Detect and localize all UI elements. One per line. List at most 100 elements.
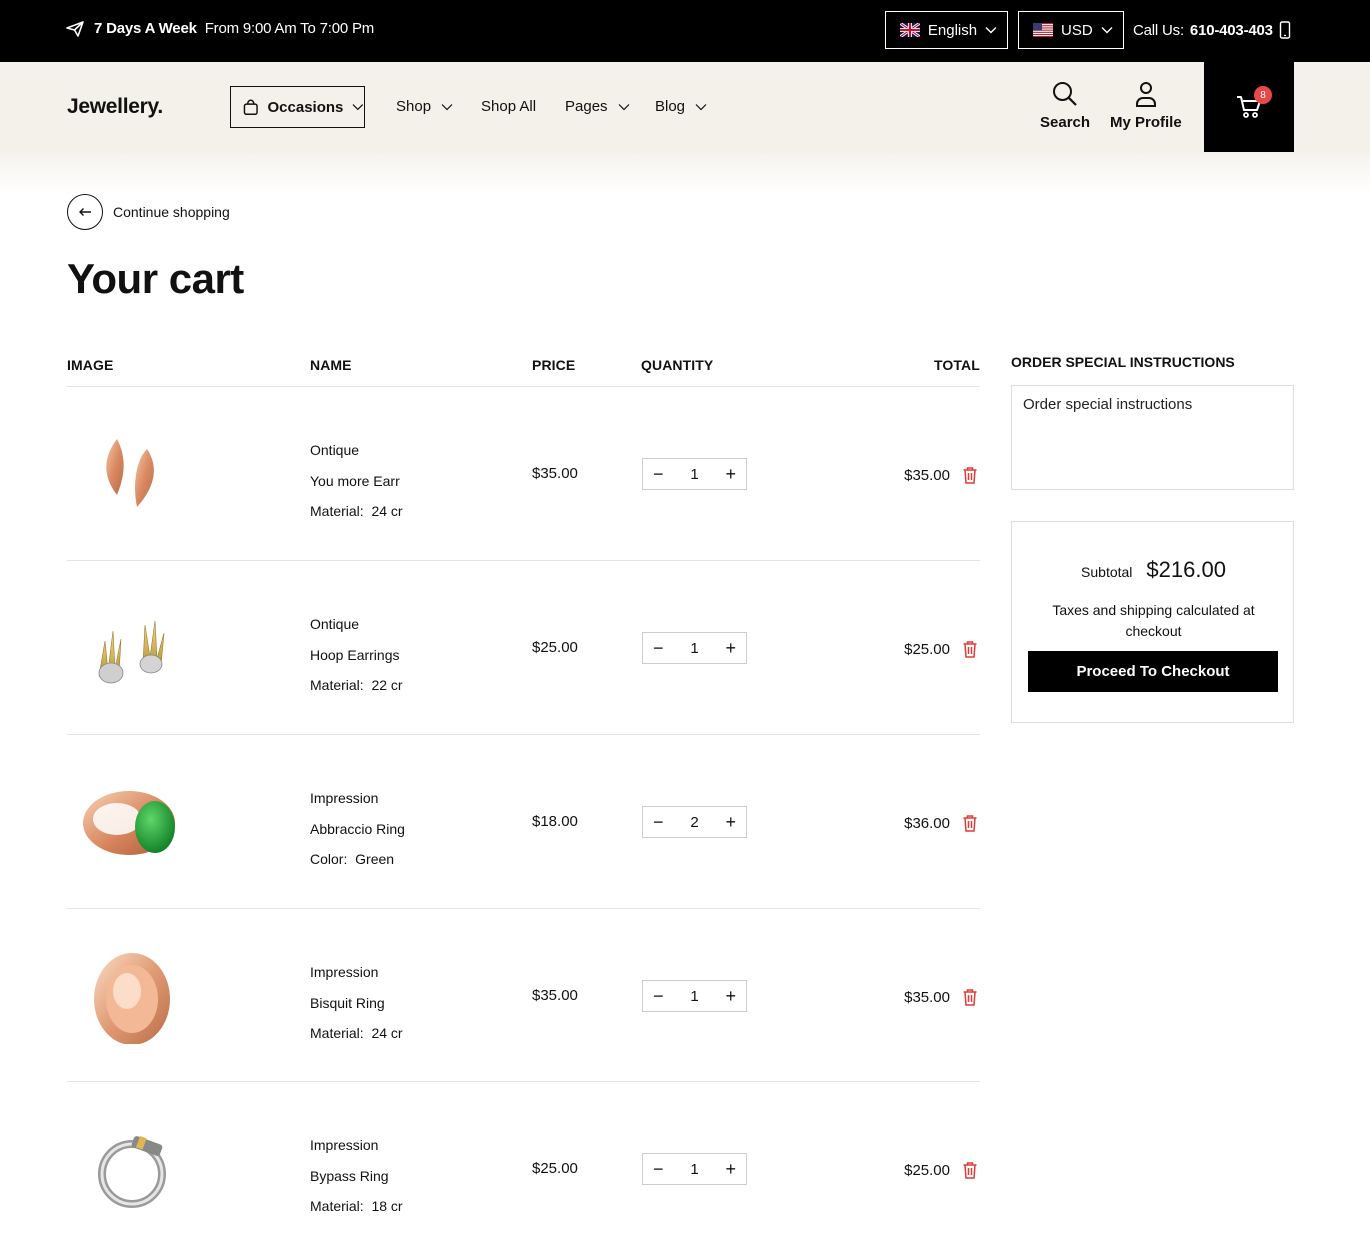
language-select[interactable]: English: [885, 11, 1008, 49]
product-info: Impression Bisquit Ring Material: 24 cr: [310, 957, 403, 1049]
cart-row: Ontique Hoop Earrings Material: 22 cr $2…: [67, 561, 980, 735]
cart-button[interactable]: 8: [1204, 62, 1294, 152]
minus-button[interactable]: −: [653, 465, 664, 483]
currency-select[interactable]: USD: [1018, 11, 1124, 49]
line-total: $36.00: [904, 815, 950, 832]
product-image: [83, 791, 175, 855]
header-price: PRICE: [532, 357, 576, 373]
minus-button[interactable]: −: [653, 813, 664, 831]
line-total: $25.00: [904, 1162, 950, 1179]
my-profile-label: My Profile: [1110, 114, 1182, 131]
trash-icon[interactable]: [962, 466, 978, 484]
hours-time: From 9:00 Am To 7:00 Pm: [204, 20, 375, 37]
menu-pages-label: Pages: [565, 98, 608, 115]
product-name[interactable]: Bypass Ring: [310, 1161, 403, 1192]
plus-button[interactable]: +: [725, 987, 736, 1005]
occasions-button[interactable]: Occasions: [230, 86, 365, 128]
product-attribute: Material: 22 cr: [310, 677, 403, 693]
site-logo[interactable]: Jewellery.: [67, 95, 163, 119]
chevron-down-icon: [1101, 27, 1113, 34]
call-label: Call Us:: [1133, 21, 1184, 39]
minus-button[interactable]: −: [653, 639, 664, 657]
product-price: $25.00: [532, 639, 578, 656]
menu-blog-label: Blog: [655, 98, 686, 115]
instructions-title: ORDER SPECIAL INSTRUCTIONS: [1011, 354, 1235, 370]
product-price: $18.00: [532, 813, 578, 830]
chevron-down-icon: [352, 104, 364, 111]
product-info: Impression Bypass Ring Material: 18 cr: [310, 1130, 403, 1222]
quantity-value[interactable]: 1: [690, 466, 698, 483]
product-price: $25.00: [532, 1160, 578, 1177]
minus-button[interactable]: −: [653, 1160, 664, 1178]
quantity-stepper: − 2 +: [642, 806, 747, 838]
quantity-stepper: − 1 +: [642, 980, 747, 1012]
menu-pages[interactable]: Pages: [565, 98, 630, 115]
us-flag-icon: [1033, 23, 1053, 37]
continue-shopping-link[interactable]: Continue shopping: [67, 194, 230, 230]
continue-shopping-label: Continue shopping: [113, 204, 230, 220]
minus-button[interactable]: −: [653, 987, 664, 1005]
quantity-value[interactable]: 1: [690, 1161, 698, 1178]
chevron-down-icon: [985, 27, 997, 34]
product-name[interactable]: You more Earr: [310, 466, 403, 497]
trash-icon[interactable]: [962, 814, 978, 832]
currency-label: USD: [1061, 21, 1093, 39]
taxes-note: Taxes and shipping calculated at checkou…: [1052, 602, 1255, 639]
subtotal-value: $216.00: [1146, 557, 1226, 582]
search-label: Search: [1040, 114, 1091, 131]
menu-shop-label: Shop: [396, 98, 432, 115]
header-image: IMAGE: [67, 357, 114, 373]
my-profile-button[interactable]: My Profile: [1110, 80, 1182, 131]
cart-row: Impression Bisquit Ring Material: 24 cr …: [67, 909, 980, 1083]
language-label: English: [927, 21, 978, 39]
cart-row: Impression Bypass Ring Material: 18 cr $…: [67, 1082, 980, 1240]
top-bar: 7 Days A Week From 9:00 Am To 7:00 Pm En…: [0, 0, 1370, 62]
store-hours: 7 Days A Week From 9:00 Am To 7:00 Pm: [66, 20, 374, 37]
product-attribute: Material: 24 cr: [310, 1025, 403, 1041]
product-price: $35.00: [532, 987, 578, 1004]
plus-button[interactable]: +: [725, 465, 736, 483]
hours-days: 7 Days A Week: [94, 20, 197, 37]
product-name[interactable]: Abbraccio Ring: [310, 814, 405, 845]
call-us[interactable]: Call Us: 610-403-403: [1133, 21, 1291, 39]
plus-button[interactable]: +: [725, 1160, 736, 1178]
product-brand: Ontique: [310, 616, 360, 632]
main-nav: Jewellery. Occasions Shop Shop All Pages…: [0, 62, 1370, 154]
search-icon: [1053, 82, 1077, 106]
product-name[interactable]: Bisquit Ring: [310, 988, 403, 1019]
checkout-button[interactable]: Proceed To Checkout: [1028, 651, 1278, 692]
order-summary: Subtotal $216.00 Taxes and shipping calc…: [1011, 521, 1294, 723]
quantity-value[interactable]: 1: [690, 640, 698, 657]
cart-count-badge: 8: [1254, 86, 1272, 104]
header-quantity: QUANTITY: [641, 357, 714, 373]
plus-button[interactable]: +: [725, 813, 736, 831]
product-price: $35.00: [532, 465, 578, 482]
trash-icon[interactable]: [962, 1161, 978, 1179]
menu-shop[interactable]: Shop: [396, 98, 453, 115]
product-image: [94, 953, 170, 1044]
quantity-stepper: − 1 +: [642, 1153, 747, 1185]
chevron-down-icon: [618, 103, 629, 110]
quantity-value[interactable]: 1: [690, 988, 698, 1005]
menu-shop-all[interactable]: Shop All: [481, 98, 536, 115]
arrow-left-icon: [67, 194, 103, 230]
quantity-value[interactable]: 2: [690, 814, 698, 831]
product-name[interactable]: Hoop Earrings: [310, 640, 403, 671]
product-image: [98, 1136, 166, 1208]
search-button[interactable]: Search: [1040, 80, 1090, 131]
product-brand: Impression: [310, 790, 379, 806]
header-name: NAME: [310, 357, 352, 373]
menu-blog[interactable]: Blog: [655, 98, 707, 115]
product-info: Impression Abbraccio Ring Color: Green: [310, 783, 405, 875]
trash-icon[interactable]: [962, 988, 978, 1006]
page-title: Your cart: [67, 255, 244, 302]
instructions-textarea[interactable]: Order special instructions: [1011, 385, 1294, 490]
plus-button[interactable]: +: [725, 639, 736, 657]
product-attribute: Color: Green: [310, 851, 395, 867]
chevron-down-icon: [441, 103, 453, 110]
trash-icon[interactable]: [962, 640, 978, 658]
line-total: $35.00: [904, 467, 950, 484]
quantity-stepper: − 1 +: [642, 632, 747, 664]
nav-shadow: [0, 154, 1370, 194]
product-brand: Impression: [310, 1137, 379, 1153]
